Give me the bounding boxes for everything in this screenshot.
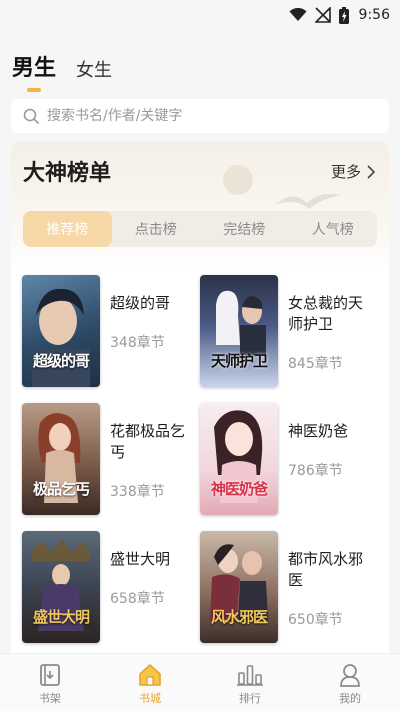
book-chapter-count: 338章节 — [110, 484, 165, 500]
book-chapter-count: 845章节 — [288, 356, 343, 372]
book-info: 超级的哥 348章节 — [110, 275, 196, 352]
tab-completed[interactable]: 完结榜 — [200, 211, 289, 247]
book-item[interactable]: 极品乞丐 花都极品乞丐 338章节 — [22, 403, 196, 515]
active-tab-indicator — [27, 88, 41, 92]
bookshelf-icon — [40, 664, 60, 686]
rank-chart-icon — [237, 665, 263, 686]
book-title: 花都极品乞丐 — [110, 422, 186, 461]
book-item[interactable]: 盛世大明 盛世大明 658章节 — [22, 531, 196, 643]
book-cover: 风水邪医 — [200, 531, 278, 643]
cover-art — [32, 539, 90, 631]
nav-ranking[interactable]: 排行 — [200, 654, 300, 711]
tab-recommended[interactable]: 推荐榜 — [23, 211, 112, 247]
cover-title: 天师护卫 — [210, 352, 268, 370]
search-bar[interactable] — [11, 99, 389, 133]
nav-bookshelf-label: 书架 — [39, 692, 61, 705]
bottom-navigation: 书架 书城 排行 我的 — [0, 653, 400, 711]
home-icon — [139, 664, 161, 686]
book-chapter-count: 786章节 — [288, 463, 343, 479]
book-title: 超级的哥 — [110, 294, 171, 312]
cover-art — [210, 544, 268, 621]
book-cover: 极品乞丐 — [22, 403, 100, 515]
book-item[interactable]: 超级的哥 超级的哥 348章节 — [22, 275, 196, 387]
cover-art — [214, 410, 263, 503]
book-info: 花都极品乞丐 338章节 — [110, 403, 196, 501]
ranking-card: 大神榜单 更多 推荐榜 点击榜 完结榜 人气榜 超级的哥 超级的哥 348章节 — [11, 141, 389, 661]
status-bar: 9:56 — [0, 0, 400, 30]
wifi-icon — [289, 8, 307, 21]
tab-female[interactable]: 女生 — [76, 56, 112, 82]
book-item[interactable]: 天师护卫 女总裁的天师护卫 845章节 — [200, 275, 374, 387]
battery-charging-icon — [338, 6, 349, 24]
nav-ranking-label: 排行 — [239, 692, 261, 705]
book-item[interactable]: 风水邪医 都市风水邪医 650章节 — [200, 531, 374, 643]
book-cover: 神医奶爸 — [200, 403, 278, 515]
cover-title: 神医奶爸 — [210, 480, 268, 498]
book-chapter-count: 658章节 — [110, 591, 165, 607]
cover-art — [216, 290, 266, 355]
nav-bookstore[interactable]: 书城 — [100, 654, 200, 711]
chevron-right-icon — [367, 164, 375, 179]
book-title: 盛世大明 — [110, 550, 171, 568]
more-label: 更多 — [330, 163, 361, 181]
tab-male-label: 男生 — [12, 56, 57, 81]
book-cover: 盛世大明 — [22, 531, 100, 643]
no-signal-icon — [314, 7, 331, 23]
book-info: 神医奶爸 786章节 — [288, 403, 374, 480]
tab-male[interactable]: 男生 — [12, 50, 57, 92]
status-time: 9:56 — [358, 7, 390, 23]
gender-tabs: 男生 女生 — [12, 50, 112, 92]
nav-profile[interactable]: 我的 — [300, 654, 400, 711]
cover-art — [38, 413, 81, 503]
cover-title: 超级的哥 — [32, 352, 90, 370]
more-button[interactable]: 更多 — [331, 161, 375, 182]
tab-female-label: 女生 — [76, 60, 113, 81]
book-info: 都市风水邪医 650章节 — [288, 531, 374, 629]
user-icon — [340, 664, 360, 687]
book-title: 女总裁的天师护卫 — [288, 294, 364, 333]
book-chapter-count: 348章节 — [110, 335, 165, 351]
cover-art — [32, 288, 90, 387]
cover-title: 风水邪医 — [210, 608, 268, 626]
book-chapter-count: 650章节 — [288, 612, 343, 628]
moon-decoration — [223, 165, 253, 195]
tab-clicks[interactable]: 点击榜 — [112, 211, 201, 247]
book-cover: 超级的哥 — [22, 275, 100, 387]
ranking-title: 大神榜单 — [23, 161, 112, 186]
book-item[interactable]: 神医奶爸 神医奶爸 786章节 — [200, 403, 374, 515]
tab-popular[interactable]: 人气榜 — [289, 211, 378, 247]
ranking-tabs: 推荐榜 点击榜 完结榜 人气榜 — [23, 211, 377, 247]
nav-profile-label: 我的 — [339, 692, 361, 705]
book-title: 神医奶爸 — [288, 422, 349, 440]
cover-title: 盛世大明 — [32, 608, 90, 626]
search-icon — [23, 108, 39, 124]
book-cover: 天师护卫 — [200, 275, 278, 387]
nav-bookstore-label: 书城 — [139, 692, 161, 705]
search-input[interactable] — [47, 108, 347, 124]
book-info: 盛世大明 658章节 — [110, 531, 196, 608]
cover-title: 极品乞丐 — [32, 480, 90, 498]
book-info: 女总裁的天师护卫 845章节 — [288, 275, 374, 373]
book-title: 都市风水邪医 — [288, 550, 364, 589]
nav-bookshelf[interactable]: 书架 — [0, 654, 100, 711]
